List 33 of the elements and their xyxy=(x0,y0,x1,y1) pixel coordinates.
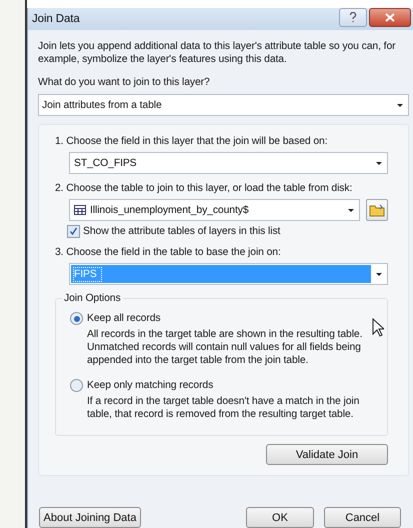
checkbox-label: Show the attribute tables of layers in this list xyxy=(83,225,280,238)
help-button[interactable] xyxy=(339,8,367,27)
radio-button[interactable] xyxy=(70,312,83,325)
dropdown-value: Join attributes from a table xyxy=(41,98,163,112)
option-description: All records in the target table are shown in the resulting table. Unmatched records will contain null values for all fields being appended into the target table from the join table. xyxy=(87,328,364,367)
validate-join-button[interactable]: Validate Join xyxy=(266,444,388,465)
step-label: 1. Choose the field in this layer that the join will be based on: xyxy=(55,135,328,148)
dropdown-value: FIPS xyxy=(74,268,101,280)
question-label: What do you want to join to this layer? xyxy=(38,76,211,89)
close-button[interactable] xyxy=(369,8,411,27)
folder-icon xyxy=(369,204,385,216)
dropdown-value: ST_CO_FIPS xyxy=(74,156,137,170)
mouse-pointer-icon xyxy=(372,318,384,337)
window-title: Join Data xyxy=(32,13,80,25)
step-label: 2. Choose the table to join to this layer, or load the table from disk: xyxy=(55,182,354,195)
dialog-button[interactable]: OK xyxy=(246,507,314,528)
group-title: Join Options xyxy=(63,293,122,304)
radio-label: Keep all records xyxy=(87,312,160,325)
radio-button[interactable] xyxy=(70,379,83,392)
field-dropdown[interactable]: ST_CO_FIPS xyxy=(69,152,388,174)
radio-label: Keep only matching records xyxy=(87,379,214,392)
option-description: If a record in the target table doesn't have a match in the join table, that record is removed from the resulting target table. xyxy=(87,395,360,421)
dropdown-value: Illinois_unemployment_by_county$ xyxy=(90,204,249,216)
open-folder-button[interactable] xyxy=(366,199,388,221)
close-icon xyxy=(385,13,395,22)
step-label: 3. Choose the field in the table to base the join on: xyxy=(55,246,282,259)
help-icon xyxy=(349,12,357,23)
checkbox[interactable] xyxy=(67,225,80,238)
about-button[interactable]: About Joining Data xyxy=(39,507,141,528)
intro-text: Join lets you append additional data to this layer's attribute table so you can, for example, symbolize the layer's features using this data. xyxy=(38,40,396,66)
dialog-button[interactable]: Cancel xyxy=(324,507,401,528)
field-dropdown[interactable]: Illinois_unemployment_by_county$ xyxy=(69,199,360,221)
join-type-dropdown[interactable]: Join attributes from a table xyxy=(38,94,409,116)
